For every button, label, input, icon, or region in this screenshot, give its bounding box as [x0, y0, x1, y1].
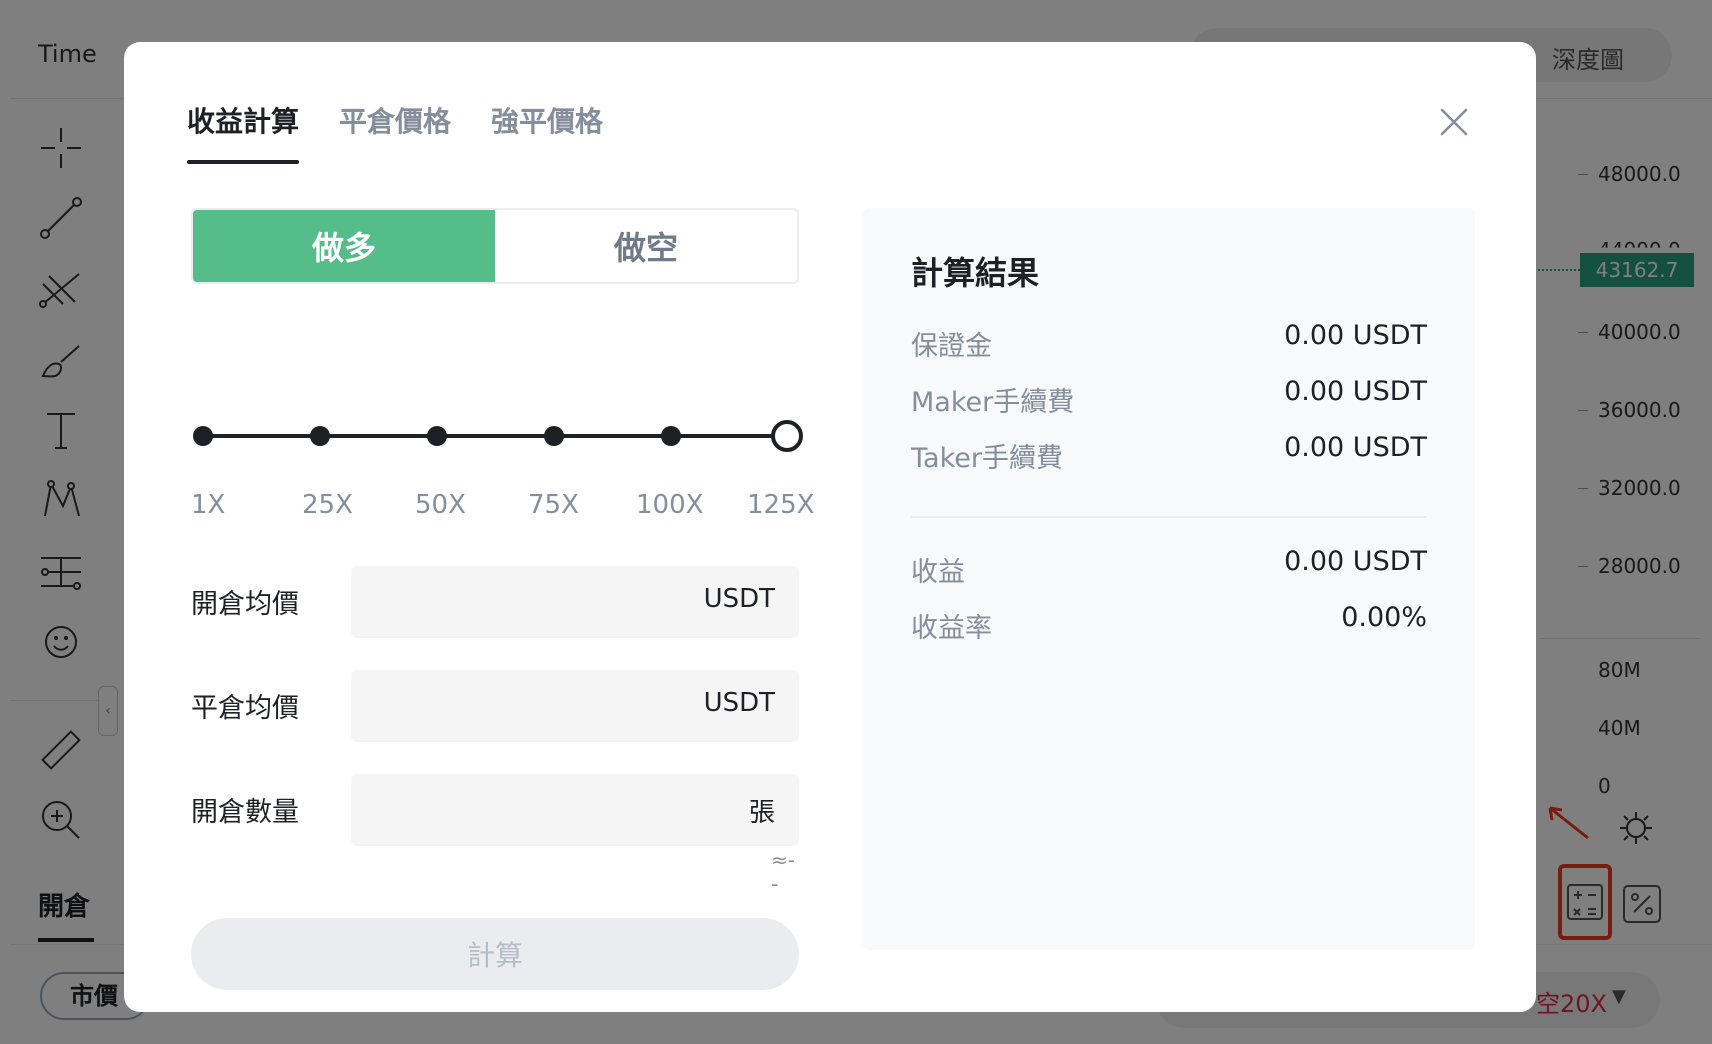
entry-price-field[interactable]: USDT [351, 566, 799, 638]
slider-mark[interactable] [661, 426, 681, 446]
result-row-profit-rate: 收益率 0.00% [911, 602, 1427, 644]
calculation-result-panel: 計算結果 保證金 0.00 USDT Maker手續費 0.00 USDT Ta… [863, 208, 1475, 950]
leverage-label: 50X [415, 490, 466, 520]
close-icon[interactable] [1440, 108, 1468, 136]
tab-close-price[interactable]: 平倉價格 [339, 100, 451, 164]
leverage-label: 1X [191, 490, 226, 520]
calculator-tabs: 收益計算 平倉價格 強平價格 [187, 100, 643, 164]
position-side-toggle: 做多 做空 [191, 208, 799, 284]
quantity-field[interactable]: 張 [351, 774, 799, 846]
result-value: 0.00% [1341, 602, 1427, 633]
result-label: 保證金 [911, 331, 992, 362]
result-value: 0.00 USDT [1284, 546, 1427, 577]
entry-price-row: 開倉均價 USDT [191, 566, 799, 638]
tab-liquidation-price[interactable]: 強平價格 [491, 100, 603, 164]
quantity-label: 開倉數量 [191, 797, 299, 828]
slider-mark[interactable] [544, 426, 564, 446]
result-value: 0.00 USDT [1284, 432, 1427, 463]
leverage-slider[interactable]: 1X 25X 50X 75X 100X 125X [191, 408, 814, 520]
leverage-label: 100X [636, 490, 704, 520]
result-divider [911, 516, 1427, 518]
result-label: 收益 [911, 557, 965, 588]
leverage-label: 75X [528, 490, 579, 520]
result-label: Maker手續費 [911, 387, 1075, 418]
quantity-input[interactable] [367, 774, 687, 846]
slider-thumb[interactable] [771, 420, 803, 452]
result-value: 0.00 USDT [1284, 376, 1427, 407]
exit-price-row: 平倉均價 USDT [191, 670, 799, 742]
profit-calculator-modal: 收益計算 平倉價格 強平價格 做多 做空 1X 25X 50X 75X 100X… [124, 42, 1536, 1012]
slider-mark[interactable] [427, 426, 447, 446]
result-row-profit: 收益 0.00 USDT [911, 546, 1427, 588]
result-row-maker-fee: Maker手續費 0.00 USDT [911, 376, 1427, 418]
result-row-margin: 保證金 0.00 USDT [911, 320, 1427, 362]
entry-price-label: 開倉均價 [191, 589, 299, 620]
result-row-taker-fee: Taker手續費 0.00 USDT [911, 432, 1427, 474]
result-title: 計算結果 [911, 254, 1040, 292]
result-label: Taker手續費 [911, 443, 1063, 474]
slider-mark[interactable] [193, 426, 213, 446]
slider-mark[interactable] [310, 426, 330, 446]
result-label: 收益率 [911, 613, 992, 644]
exit-price-field[interactable]: USDT [351, 670, 799, 742]
long-button[interactable]: 做多 [193, 210, 495, 282]
tab-profit-calculation[interactable]: 收益計算 [187, 100, 300, 164]
exit-price-label: 平倉均價 [191, 693, 299, 724]
short-button[interactable]: 做空 [495, 210, 797, 282]
slider-track[interactable] [203, 434, 783, 438]
calculate-button[interactable]: 計算 [191, 918, 799, 990]
leverage-label: 125X [747, 490, 815, 520]
exit-price-input[interactable] [367, 670, 687, 742]
exit-price-unit: USDT [703, 688, 775, 718]
quantity-row: 開倉數量 張 [191, 774, 799, 846]
result-value: 0.00 USDT [1284, 320, 1427, 351]
leverage-label: 25X [302, 490, 353, 520]
entry-price-unit: USDT [703, 584, 775, 614]
quantity-unit: 張 [748, 798, 775, 828]
entry-price-input[interactable] [367, 566, 687, 638]
quantity-approx-value: ≈-- [771, 848, 795, 896]
